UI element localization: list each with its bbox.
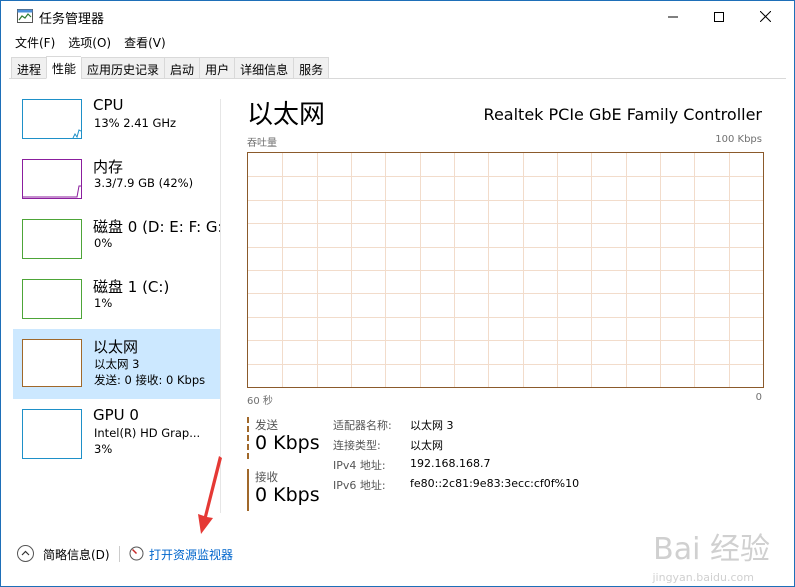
sidebar-item-subtitle: 0% xyxy=(94,236,113,250)
footer-divider xyxy=(119,546,120,562)
send-stat: 发送 0 Kbps xyxy=(247,417,327,459)
send-label: 发送 xyxy=(255,418,278,432)
sidebar-item-throughput: 发送: 0 接收: 0 Kbps xyxy=(94,373,206,387)
sidebar-divider xyxy=(220,99,221,513)
gpu-thumbnail-graph xyxy=(22,409,82,459)
property-key: IPv4 地址: xyxy=(333,459,386,472)
graph-grid xyxy=(248,153,763,387)
receive-label: 接收 xyxy=(255,470,278,484)
maximize-button[interactable] xyxy=(696,1,742,32)
receive-indicator-bar xyxy=(247,469,249,511)
sidebar-item-subtitle: 3.3/7.9 GB (42%) xyxy=(94,176,194,190)
close-icon xyxy=(759,11,771,22)
tab-startup[interactable]: 启动 xyxy=(164,57,200,79)
adapter-name: Realtek PCIe GbE Family Controller xyxy=(483,105,762,124)
chevron-up-icon[interactable] xyxy=(17,545,34,562)
open-resource-monitor-link[interactable]: 打开资源监视器 xyxy=(149,546,233,563)
graph-zero-label: 0 xyxy=(755,392,762,403)
menu-options[interactable]: 选项(O) xyxy=(62,32,118,52)
graph-max-label: 100 Kbps xyxy=(715,134,762,145)
baidu-watermark: Bai 经验 xyxy=(653,532,770,567)
page-title: 以太网 xyxy=(247,100,326,130)
menu-bar: 文件(F) 选项(O) 查看(V) xyxy=(9,32,173,52)
sidebar-item-memory[interactable]: 内存 3.3/7.9 GB (42%) xyxy=(13,149,220,209)
sidebar-item-subtitle: 以太网 3 xyxy=(94,357,140,371)
property-value: 以太网 xyxy=(410,439,443,452)
minimize-button[interactable] xyxy=(650,1,696,32)
send-value: 0 Kbps xyxy=(255,432,320,454)
receive-stat: 接收 0 Kbps xyxy=(247,469,327,511)
sidebar-item-disk-0[interactable]: 磁盘 0 (D: E: F: G: 0% xyxy=(13,209,220,269)
tab-details[interactable]: 详细信息 xyxy=(234,57,294,79)
sidebar-item-title: GPU 0 xyxy=(93,406,139,424)
minimize-icon xyxy=(668,16,678,17)
tab-services[interactable]: 服务 xyxy=(293,57,330,79)
disk-thumbnail-graph xyxy=(22,279,82,319)
property-value: fe80::2c81:9e83:3ecc:cf0f%10 xyxy=(410,477,580,490)
sidebar-item-subtitle: 13% 2.41 GHz xyxy=(94,116,177,130)
disk-thumbnail-graph xyxy=(22,219,82,259)
tab-processes[interactable]: 进程 xyxy=(11,57,47,79)
sidebar-item-title: 内存 xyxy=(93,158,124,176)
graph-label: 吞吐量 xyxy=(247,138,277,149)
tab-strip: 进程 性能 应用历史记录 启动 用户 详细信息 服务 xyxy=(11,56,330,79)
throughput-graph xyxy=(247,152,764,388)
title-bar[interactable]: 任务管理器 xyxy=(1,1,794,32)
graph-time-label: 60 秒 xyxy=(247,396,273,407)
ethernet-thumbnail-graph xyxy=(22,339,82,387)
property-key: IPv6 地址: xyxy=(333,479,386,492)
sidebar-item-ethernet[interactable]: 以太网 以太网 3 发送: 0 接收: 0 Kbps xyxy=(13,329,220,399)
receive-value: 0 Kbps xyxy=(255,484,320,506)
task-manager-icon xyxy=(17,9,33,23)
memory-thumbnail-graph xyxy=(22,159,82,199)
sidebar-item-title: CPU xyxy=(93,96,124,114)
property-value: 192.168.168.7 xyxy=(410,457,491,470)
sidebar-item-usage: 3% xyxy=(94,442,113,456)
sidebar-item-disk-1[interactable]: 磁盘 1 (C:) 1% xyxy=(13,269,220,329)
annotation-arrow-icon xyxy=(198,456,222,534)
sidebar-item-title: 磁盘 1 (C:) xyxy=(93,278,170,296)
sidebar-item-title: 以太网 xyxy=(93,338,139,356)
window-title: 任务管理器 xyxy=(39,12,105,27)
tab-performance[interactable]: 性能 xyxy=(46,56,82,79)
send-indicator-bar xyxy=(247,417,249,459)
menu-file[interactable]: 文件(F) xyxy=(9,32,62,52)
close-button[interactable] xyxy=(742,1,788,32)
task-manager-window: 任务管理器 文件(F) 选项(O) 查看(V) 进程 性能 应用历史记录 启动 … xyxy=(0,0,795,587)
property-key: 适配器名称: xyxy=(333,419,392,432)
property-key: 连接类型: xyxy=(333,439,381,452)
resource-sidebar: CPU 13% 2.41 GHz 内存 3.3/7.9 GB (42%) 磁盘 … xyxy=(13,89,220,519)
fewer-details-button[interactable]: 简略信息(D) xyxy=(43,546,110,563)
sidebar-item-subtitle: 1% xyxy=(94,296,113,310)
tab-app-history[interactable]: 应用历史记录 xyxy=(81,57,165,79)
sidebar-item-cpu[interactable]: CPU 13% 2.41 GHz xyxy=(13,89,220,149)
property-value: 以太网 3 xyxy=(410,419,454,432)
menu-view[interactable]: 查看(V) xyxy=(118,32,173,52)
baidu-watermark-url: jingyan.baidu.com xyxy=(652,571,754,584)
resource-monitor-icon xyxy=(129,546,144,561)
sidebar-item-subtitle: Intel(R) HD Grap... xyxy=(94,426,201,440)
tab-users[interactable]: 用户 xyxy=(199,57,235,79)
maximize-icon xyxy=(714,11,724,22)
cpu-thumbnail-graph xyxy=(22,99,82,139)
sidebar-item-title: 磁盘 0 (D: E: F: G: xyxy=(93,218,220,236)
